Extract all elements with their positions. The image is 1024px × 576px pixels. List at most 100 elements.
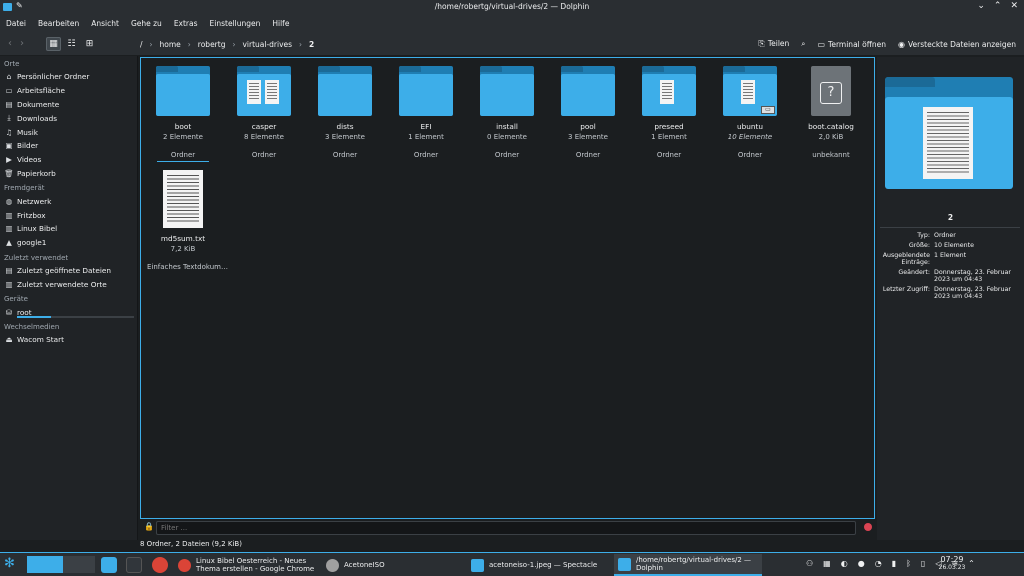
file-item-casper[interactable]: casper 8 Elemente Ordner	[224, 66, 304, 159]
file-info: 3 Elemente	[568, 133, 608, 141]
sidebar-item-google1[interactable]: ▲ google1	[0, 236, 137, 250]
network-folder-icon: ▥	[5, 224, 13, 234]
window-title: /home/robertg/virtual-drives/2 — Dolphin	[434, 2, 590, 11]
menu-tools[interactable]: Extras	[174, 19, 198, 28]
dolphin-launcher-icon[interactable]	[101, 557, 117, 573]
terminal-button[interactable]: ▭ Terminal öffnen	[817, 40, 886, 49]
file-name: casper	[251, 122, 277, 131]
file-item-install[interactable]: install 0 Elemente Ordner	[467, 66, 547, 159]
file-name: boot.catalog	[808, 122, 854, 131]
task-chrome[interactable]: Linux Bibel Oesterreich - Neues Thema er…	[174, 554, 322, 576]
file-item-ubuntu[interactable]: ▭ ubuntu 10 Elemente Ordner	[710, 66, 790, 159]
file-item-pool[interactable]: pool 3 Elemente Ordner	[548, 66, 628, 159]
menu-file[interactable]: Datei	[6, 19, 26, 28]
filter-input[interactable]	[156, 521, 856, 535]
eye-icon: ◉	[898, 39, 905, 49]
file-type: Ordner	[251, 151, 277, 159]
notifications-icon[interactable]: ◔	[875, 559, 882, 568]
chevron-right-icon: ›	[232, 40, 236, 49]
sidebar-item-documents[interactable]: ▤ Dokumente	[0, 98, 137, 112]
split-button[interactable]: ⎘ Teilen	[758, 39, 789, 49]
sidebar-item-recent-files[interactable]: ▤ Zuletzt geöffnete Dateien	[0, 264, 137, 278]
sidebar-item-wacom-start[interactable]: ⏏ Wacom Start	[0, 333, 137, 347]
details-view-icon[interactable]: ⊞	[82, 37, 97, 51]
power-icon[interactable]: ▮	[892, 559, 896, 568]
file-item-dists[interactable]: dists 3 Elemente Ordner	[305, 66, 385, 159]
folder-icon	[156, 66, 210, 116]
minimize-icon[interactable]: ⌄	[977, 1, 985, 11]
chevron-right-icon: ›	[299, 40, 303, 49]
close-icon[interactable]: ✕	[1010, 1, 1018, 11]
kde-connect-icon[interactable]: ⚇	[806, 559, 813, 568]
sidebar-item-recent-places[interactable]: ▥ Zuletzt verwendete Orte	[0, 277, 137, 291]
documents-icon: ▤	[5, 99, 13, 109]
folder-icon	[480, 66, 534, 116]
desktop-icon: ▭	[5, 86, 13, 96]
sidebar-item-trash[interactable]: 🗑 Papierkorb	[0, 167, 137, 181]
sidebar-item-network[interactable]: ◍ Netzwerk	[0, 194, 137, 208]
sidebar-item-music[interactable]: ♫ Musik	[0, 125, 137, 139]
file-item-efi[interactable]: EFI 1 Element Ordner	[386, 66, 466, 159]
sidebar-item-fritzbox[interactable]: ▥ Fritzbox	[0, 208, 137, 222]
chrome-launcher-icon[interactable]	[152, 557, 168, 573]
split-icon: ⎘	[758, 39, 765, 48]
sidebar-item-desktop[interactable]: ▭ Arbeitsfläche	[0, 84, 137, 98]
clipboard-icon[interactable]: ▦	[823, 559, 831, 568]
virtual-desktop-2[interactable]	[63, 556, 95, 573]
toolbar: ‹ › ▦ ☷ ⊞ / › home › robertg › virtual-d…	[0, 32, 1024, 56]
show-hidden-button[interactable]: ◉ Versteckte Dateien anzeigen	[898, 40, 1016, 49]
sidebar-item-root[interactable]: ⛁ root	[0, 305, 137, 319]
task-dolphin[interactable]: /home/robertg/virtual-drives/2 — Dolphin	[614, 554, 762, 576]
terminal-launcher-icon[interactable]	[126, 557, 142, 573]
file-item-preseed[interactable]: preseed 1 Element Ordner	[629, 66, 709, 159]
folder-icon	[642, 66, 696, 116]
virtual-desktop-1[interactable]	[27, 556, 63, 573]
lock-icon[interactable]: 🔒	[144, 522, 154, 531]
breadcrumb-virtual-drives[interactable]: virtual-drives	[242, 40, 292, 49]
menu-settings[interactable]: Einstellungen	[210, 19, 261, 28]
file-item-md5sum-txt[interactable]: md5sum.txt 7,2 KiB Einfaches Textdokum…	[143, 170, 228, 271]
breadcrumb-robertg[interactable]: robertg	[198, 40, 226, 49]
clock[interactable]: 07:29 26.03.23	[934, 555, 970, 571]
places-panel: Orte ⌂ Persönlicher Ordner ▭ Arbeitsfläche…	[0, 56, 138, 540]
folder-icon	[399, 66, 453, 116]
app-launcher-icon[interactable]: ✻	[4, 556, 22, 574]
breadcrumb-home[interactable]: home	[160, 40, 181, 49]
compact-view-icon[interactable]: ☷	[64, 37, 79, 51]
file-info: 10 Elemente	[727, 133, 773, 141]
file-name: dists	[336, 122, 354, 131]
menu-edit[interactable]: Bearbeiten	[38, 19, 79, 28]
sidebar-item-linux-bibel[interactable]: ▥ Linux Bibel	[0, 222, 137, 236]
file-item-boot[interactable]: boot 2 Elemente Ordner	[143, 66, 223, 162]
breadcrumb-current[interactable]: 2	[309, 40, 314, 49]
menu-go[interactable]: Gehe zu	[131, 19, 162, 28]
search-icon[interactable]: ⌕	[801, 39, 805, 49]
file-item-boot-catalog[interactable]: ? boot.catalog 2,0 KiB unbekannt	[791, 66, 871, 159]
taskbar: ✻ Linux Bibel Oesterreich - Neues Thema …	[0, 552, 1024, 576]
file-info: 1 Element	[408, 133, 444, 141]
devices-icon[interactable]: ▯	[921, 559, 925, 568]
updates-icon[interactable]: ●	[858, 559, 865, 568]
file-type: unbekannt	[812, 151, 850, 159]
task-spectacle[interactable]: acetoneiso-1.jpeg — Spectacle	[467, 554, 613, 576]
maximize-icon[interactable]: ⌃	[994, 1, 1002, 11]
steam-icon[interactable]: ◐	[841, 559, 848, 568]
file-type: Ordner	[413, 151, 439, 159]
sidebar-item-pictures[interactable]: ▣ Bilder	[0, 139, 137, 153]
file-name: ubuntu	[737, 122, 763, 131]
bluetooth-icon[interactable]: ᛒ	[906, 559, 911, 568]
folder-icon	[237, 66, 291, 116]
sidebar-item-downloads[interactable]: ⤓ Downloads	[0, 111, 137, 125]
breadcrumb-root[interactable]: /	[140, 40, 143, 49]
task-acetoneiso[interactable]: AcetoneISO	[322, 554, 467, 576]
filter-bar: 🔒	[140, 519, 875, 536]
sidebar-item-home[interactable]: ⌂ Persönlicher Ordner	[0, 70, 137, 84]
close-filter-icon[interactable]	[864, 523, 872, 531]
menu-help[interactable]: Hilfe	[272, 19, 289, 28]
sidebar-item-videos[interactable]: ▶ Videos	[0, 153, 137, 167]
forward-icon[interactable]: ›	[20, 38, 24, 49]
icons-view-icon[interactable]: ▦	[46, 37, 61, 51]
file-view[interactable]: boot 2 Elemente Ordner casper 8 Elemente Ordn…	[140, 57, 875, 519]
menu-view[interactable]: Ansicht	[91, 19, 119, 28]
back-icon[interactable]: ‹	[8, 38, 12, 49]
